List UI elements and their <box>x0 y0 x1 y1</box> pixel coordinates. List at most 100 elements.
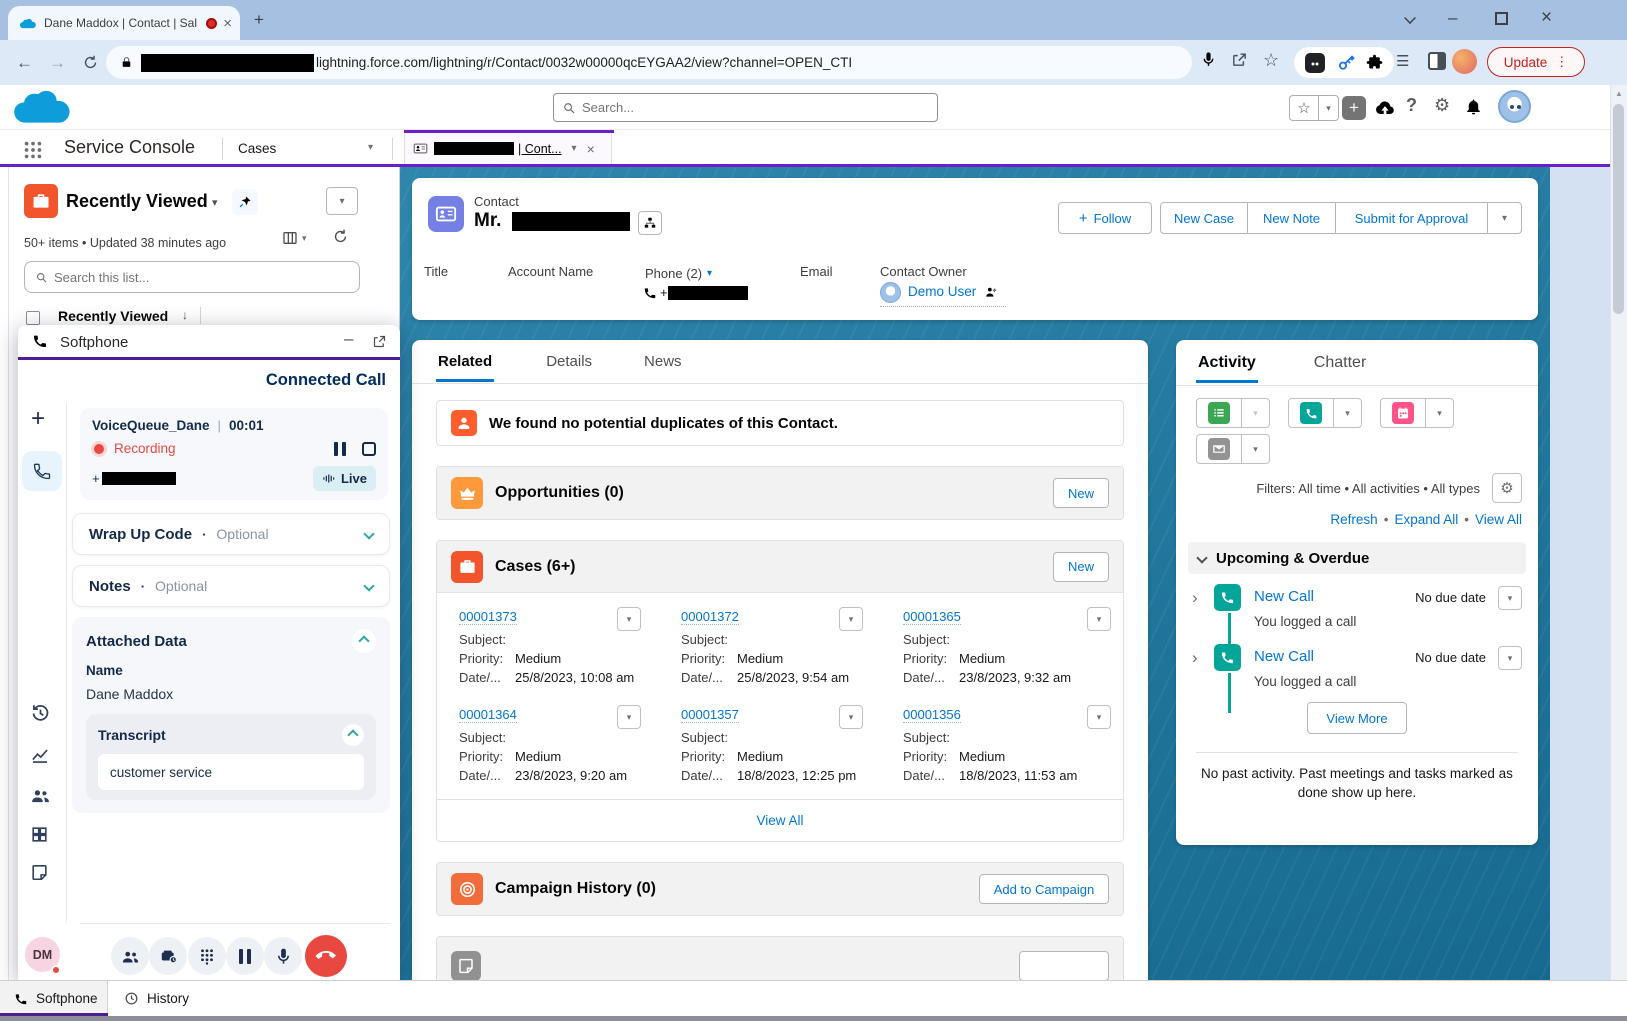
utility-history-tab[interactable]: History <box>108 981 238 1016</box>
follow-button[interactable]: + Follow <box>1058 202 1152 234</box>
refresh-link[interactable]: Refresh <box>1330 512 1377 527</box>
case-number-link[interactable]: 00001364 <box>459 707 517 723</box>
side-panel-icon[interactable] <box>1428 52 1446 70</box>
log-call-button[interactable] <box>1288 398 1334 428</box>
list-actions-dropdown-button[interactable]: ▾ <box>326 187 358 215</box>
phone-dropdown-icon[interactable]: ▾ <box>707 268 712 279</box>
submit-for-approval-button[interactable]: Submit for Approval <box>1336 202 1488 234</box>
new-opportunity-button[interactable]: New <box>1053 478 1109 508</box>
list-search-box[interactable] <box>24 261 360 293</box>
new-event-button[interactable] <box>1380 398 1426 428</box>
softphone-active-call-tab-icon[interactable] <box>22 451 62 491</box>
case-row-actions-button[interactable]: ▾ <box>1087 705 1111 729</box>
transcript-input[interactable] <box>98 754 364 790</box>
call-history-icon[interactable] <box>30 703 51 724</box>
opportunities-header[interactable]: Opportunities (0) New <box>437 467 1123 519</box>
new-note-button[interactable]: New Note <box>1248 202 1336 234</box>
browser-forward-button[interactable]: → <box>49 53 66 73</box>
trailhead-icon[interactable] <box>1374 97 1396 119</box>
more-actions-dropdown-button[interactable]: ▾ <box>1488 202 1522 234</box>
bookmark-star-icon[interactable]: ☆ <box>1263 50 1279 71</box>
email-button[interactable] <box>1196 434 1242 464</box>
tab-details[interactable]: Details <box>546 353 592 370</box>
new-case-button[interactable]: New Case <box>1160 202 1248 234</box>
browser-reload-button[interactable] <box>82 54 99 71</box>
recording-pause-icon[interactable] <box>334 442 346 456</box>
apps-grid-icon[interactable] <box>30 825 49 844</box>
notifications-bell-icon[interactable] <box>1464 97 1483 116</box>
case-number-link[interactable]: 00001357 <box>681 707 739 723</box>
event-dropdown-button[interactable]: ▾ <box>1426 398 1454 428</box>
notes-section[interactable]: Notes · Optional <box>72 565 390 607</box>
tab-activity[interactable]: Activity <box>1196 342 1258 383</box>
pin-icon[interactable] <box>232 189 258 215</box>
case-number-link[interactable]: 00001356 <box>903 707 961 723</box>
upcoming-overdue-header[interactable]: Upcoming & Overdue <box>1188 542 1526 574</box>
view-more-button[interactable]: View More <box>1307 702 1407 734</box>
list-search-input[interactable] <box>54 270 349 285</box>
timeline-item-actions-button[interactable]: ▾ <box>1498 646 1522 670</box>
expand-all-link[interactable]: Expand All <box>1394 512 1458 527</box>
campaign-history-title[interactable]: Campaign History (0) <box>495 880 656 898</box>
window-close-button[interactable]: × <box>1541 7 1552 29</box>
notes-expand-chevron-icon[interactable] <box>363 580 374 591</box>
case-row-actions-button[interactable]: ▾ <box>839 607 863 631</box>
extension-icon-dark[interactable] <box>1305 53 1325 73</box>
stats-chart-icon[interactable] <box>30 745 50 765</box>
new-task-button[interactable] <box>1196 398 1242 428</box>
help-icon[interactable]: ? <box>1406 95 1417 116</box>
cases-tab-dropdown-icon[interactable]: ▾ <box>368 142 373 153</box>
share-icon[interactable] <box>1231 51 1248 68</box>
softphone-new-call-plus-icon[interactable]: + <box>31 405 45 433</box>
task-dropdown-button[interactable]: ▾ <box>1242 398 1270 428</box>
case-number-link[interactable]: 00001365 <box>903 609 961 625</box>
tab-chatter[interactable]: Chatter <box>1314 354 1366 372</box>
partial-list-button[interactable] <box>1019 951 1109 980</box>
timeline-expander-icon[interactable]: › <box>1192 648 1198 668</box>
transcript-collapse-button[interactable] <box>342 724 364 746</box>
select-all-checkbox[interactable] <box>26 311 40 325</box>
notes-pad-icon[interactable] <box>30 863 49 882</box>
case-number-link[interactable]: 00001373 <box>459 609 517 625</box>
case-number-link[interactable]: 00001372 <box>681 609 739 625</box>
utility-softphone-tab[interactable]: Softphone <box>0 981 108 1016</box>
address-bar[interactable]: lightning.force.com/lightning/r/Contact/… <box>106 46 1192 79</box>
password-key-extension-icon[interactable] <box>1337 54 1355 72</box>
browser-tab[interactable]: Dane Maddox | Contact | Sal × <box>8 6 240 40</box>
display-as-icon[interactable] <box>282 230 298 246</box>
recording-stop-icon[interactable] <box>362 442 376 456</box>
tab-related[interactable]: Related <box>436 342 494 382</box>
list-view-caret-icon[interactable]: ▾ <box>212 196 218 209</box>
timeline-item-actions-button[interactable]: ▾ <box>1498 586 1522 610</box>
reading-list-icon[interactable]: ☰ <box>1396 52 1409 70</box>
cases-header[interactable]: Cases (6+) New <box>437 541 1123 593</box>
favorites-star-button[interactable]: ☆ <box>1289 95 1319 121</box>
window-maximize-button[interactable] <box>1495 12 1508 25</box>
timeline-item-title[interactable]: New Call <box>1254 648 1314 665</box>
nav-object-tab-cases[interactable]: Cases <box>238 141 276 156</box>
softphone-minimize-icon[interactable]: – <box>344 329 353 349</box>
tab-close-icon[interactable]: × <box>223 15 232 32</box>
tab-news[interactable]: News <box>644 353 682 370</box>
list-column-header[interactable]: Recently Viewed <box>58 308 168 324</box>
call-dropdown-button[interactable]: ▾ <box>1334 398 1362 428</box>
timeline-expander-icon[interactable]: › <box>1192 588 1198 608</box>
dialpad-button[interactable] <box>188 937 226 975</box>
setup-gear-icon[interactable]: ⚙ <box>1434 95 1450 116</box>
app-launcher-waffle-icon[interactable] <box>22 139 44 161</box>
activity-filter-gear-button[interactable]: ⚙ <box>1492 473 1522 503</box>
mute-mic-button[interactable] <box>264 937 302 975</box>
email-dropdown-button[interactable]: ▾ <box>1242 434 1270 464</box>
case-row-actions-button[interactable]: ▾ <box>839 705 863 729</box>
new-case-list-button[interactable]: New <box>1053 552 1109 582</box>
scrollbar-thumb[interactable] <box>1613 104 1624 314</box>
view-hierarchy-button[interactable] <box>638 211 662 235</box>
campaign-history-header[interactable]: Campaign History (0) Add to Campaign <box>437 863 1123 915</box>
opportunities-title[interactable]: Opportunities (0) <box>495 484 624 502</box>
transfer-call-button[interactable] <box>111 937 149 975</box>
cases-title[interactable]: Cases (6+) <box>495 558 576 576</box>
change-owner-icon[interactable] <box>984 285 998 299</box>
view-all-link[interactable]: View All <box>1475 512 1522 527</box>
softphone-popout-icon[interactable] <box>372 334 387 349</box>
global-search-input[interactable] <box>582 100 929 115</box>
